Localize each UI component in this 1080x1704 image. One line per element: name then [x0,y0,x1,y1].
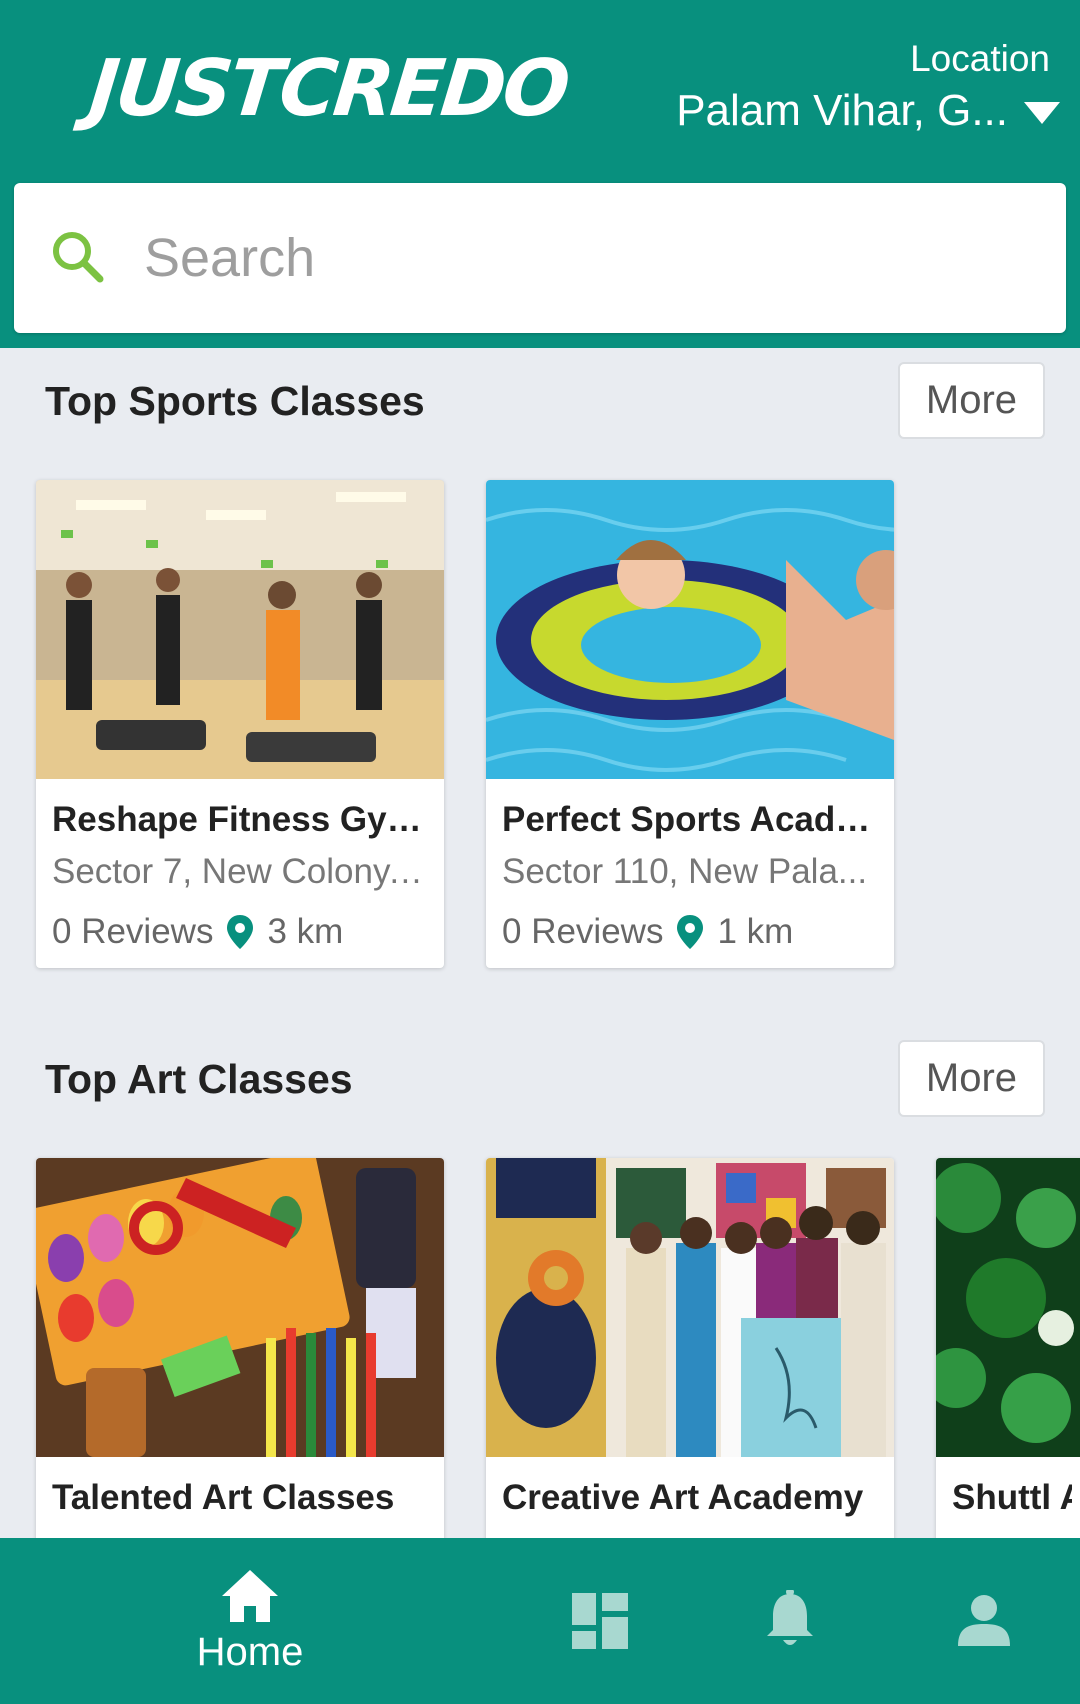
card-title: Reshape Fitness Gym... [52,800,432,839]
section-title-sports: Top Sports Classes [45,378,425,424]
nav-notifications[interactable] [750,1538,830,1704]
nav-profile[interactable] [944,1538,1024,1704]
art-exhibition-image [486,1158,894,1457]
distance: 1 km [717,912,794,951]
reviews-count: 0 Reviews [52,912,214,951]
art-card[interactable]: Creative Art Academy [486,1158,894,1558]
bell-icon [767,1590,813,1645]
card-title: Creative Art Academy [502,1478,864,1517]
location-label: Location [910,38,1050,79]
chevron-down-icon[interactable] [1022,98,1062,128]
dashboard-icon [572,1593,628,1649]
location-pin-icon [227,915,254,949]
card-address: Sector 110, New Pala... [502,852,868,891]
section-title-art: Top Art Classes [45,1056,353,1102]
gym-class-image [36,480,444,779]
art-card[interactable]: Shuttl A [936,1158,1080,1558]
distance: 3 km [267,912,344,951]
card-title: Perfect Sports Acade... [502,800,882,839]
card-title: Shuttl A [952,1478,1072,1517]
art-supplies-image [36,1158,444,1457]
search-icon [53,232,104,283]
green-plant-image [936,1158,1080,1457]
sports-card[interactable]: Reshape Fitness Gym... Sector 7, New Col… [36,480,444,968]
card-meta: 0 Reviews 1 km [502,912,793,952]
search-input[interactable] [144,211,1024,305]
card-meta: 0 Reviews 3 km [52,912,343,952]
swimming-class-image [486,480,894,779]
nav-dashboard[interactable] [560,1538,640,1704]
art-more-button[interactable]: More [898,1040,1045,1117]
location-pin-icon [677,915,704,949]
sports-card[interactable]: Perfect Sports Acade... Sector 110, New … [486,480,894,968]
reviews-count: 0 Reviews [502,912,664,951]
bottom-navigation: Home [0,1538,1080,1704]
home-icon [222,1570,278,1622]
art-card[interactable]: Talented Art Classes [36,1158,444,1558]
sports-more-button[interactable]: More [898,362,1045,439]
app-logo[interactable]: JUSTCREDO [85,44,571,134]
nav-home[interactable]: Home [180,1538,320,1704]
card-address: Sector 7, New Colony, ... [52,852,432,891]
nav-home-label: Home [196,1630,304,1674]
card-title: Talented Art Classes [52,1478,395,1517]
app-header: JUSTCREDO Location Palam Vihar, G... [0,0,1080,348]
location-selector[interactable]: Palam Vihar, G... [676,86,1008,136]
search-bar[interactable] [14,183,1066,333]
profile-icon [958,1595,1010,1646]
